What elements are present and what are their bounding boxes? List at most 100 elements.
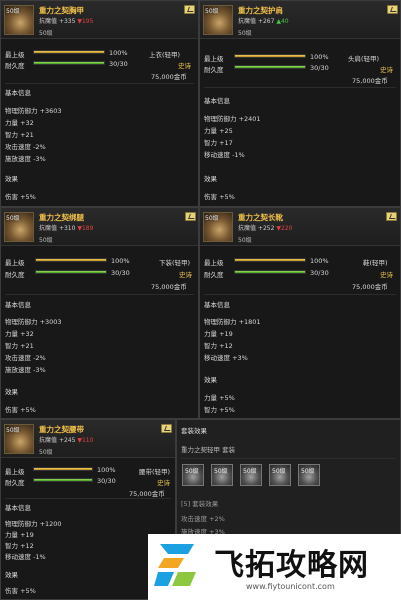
- effect-line: 力量 +5%: [204, 394, 235, 402]
- max-level-pct: 100%: [109, 49, 128, 57]
- item-level: 50级: [39, 30, 53, 37]
- item-tooltip-legs: 50级 重力之契绑腿 抗魔值 +310 ▼189 50级 最上级 100% 下装…: [0, 207, 199, 419]
- durability-bar: [234, 65, 306, 69]
- rarity: 史诗: [178, 62, 191, 70]
- item-name: 重力之契长靴: [238, 213, 283, 222]
- attr-line: 移动速度 -1%: [5, 553, 46, 561]
- item-tooltip-boots: 50级 重力之契长靴 抗魔值 +252 ▼220 50级 最上级 100% 鞋(…: [199, 207, 401, 419]
- item-level: 50级: [39, 449, 53, 456]
- tooltip-header: 50级 重力之契护肩 抗魔值 +267 ▲40 50级: [200, 1, 400, 39]
- durability-value: 30/30: [111, 269, 130, 277]
- effect-line: 伤害 +5%: [5, 406, 36, 414]
- set-item-shoulder-icon[interactable]: 50级: [211, 464, 233, 486]
- shoulder-armor-icon: 50级: [203, 5, 233, 35]
- rarity: 史诗: [380, 271, 393, 279]
- attr-line: 施放速度 -3%: [5, 366, 46, 374]
- durability-label: 耐久度: [5, 479, 25, 487]
- max-level-label: 最上级: [204, 55, 224, 63]
- boots-icon: 50级: [203, 212, 233, 242]
- max-level-pct: 100%: [111, 257, 130, 265]
- attr-line: 力量 +19: [5, 531, 34, 539]
- rarity: 史诗: [380, 66, 393, 74]
- basic-info-title: 基本信息: [204, 301, 230, 309]
- price: 75,000金币: [352, 283, 388, 291]
- effect-title: 效果: [5, 175, 18, 183]
- attr-line: 移动速度 +3%: [204, 354, 248, 362]
- rarity: 史诗: [157, 479, 170, 487]
- durability-value: 30/30: [97, 477, 116, 485]
- attr-line: 攻击速度 -2%: [5, 354, 46, 362]
- attr-line: 智力 +21: [5, 131, 34, 139]
- set-item-legs-icon[interactable]: 50级: [240, 464, 262, 486]
- set-item-belt-icon[interactable]: 50级: [269, 464, 291, 486]
- max-level-label: 最上级: [5, 259, 25, 267]
- max-level-pct: 100%: [97, 466, 116, 474]
- item-stat: 抗魔值 +310 ▼189: [39, 225, 94, 232]
- compare-icon[interactable]: [161, 424, 172, 433]
- max-level-pct: 100%: [310, 257, 329, 265]
- durability-label: 耐久度: [5, 271, 25, 279]
- item-level: 50级: [238, 237, 252, 244]
- basic-info-title: 基本信息: [5, 89, 31, 97]
- attr-line: 力量 +19: [204, 330, 233, 338]
- attr-line: 智力 +21: [5, 342, 34, 350]
- max-level-bar: [35, 258, 107, 262]
- price: 75,000金币: [352, 77, 388, 85]
- durability-bar: [33, 61, 105, 65]
- tooltip-header: 50级 重力之契胸甲 抗魔值 +335 ▼195 50级: [1, 1, 198, 39]
- effect-line: 伤害 +5%: [5, 193, 36, 201]
- max-level-bar: [234, 54, 306, 58]
- compare-icon[interactable]: [387, 5, 398, 14]
- attr-line: 物理防御力 +2401: [204, 115, 261, 123]
- effect-title: 效果: [5, 388, 18, 396]
- item-name: 重力之契护肩: [238, 6, 283, 15]
- effect-title: 效果: [204, 175, 217, 183]
- price: 75,000金币: [151, 283, 187, 291]
- basic-info-title: 基本信息: [5, 504, 31, 512]
- item-stat: 抗魔值 +252 ▼220: [238, 225, 293, 232]
- compare-icon[interactable]: [386, 212, 397, 221]
- effect-line: 智力 +5%: [204, 406, 235, 414]
- effect-line: 伤害 +5%: [5, 587, 36, 595]
- item-slot: 下装(轻甲): [159, 259, 191, 267]
- attr-line: 力量 +25: [204, 127, 233, 135]
- item-slot: 腰带(轻甲): [139, 468, 171, 476]
- compare-icon[interactable]: [184, 5, 195, 14]
- effect-line: 伤害 +5%: [204, 193, 235, 201]
- max-level-bar: [234, 258, 306, 262]
- item-stat: 抗魔值 +245 ▼110: [39, 437, 94, 444]
- max-level-bar: [33, 467, 93, 471]
- item-stat: 抗魔值 +267 ▲40: [238, 18, 289, 25]
- durability-label: 耐久度: [204, 66, 224, 74]
- tooltip-header: 50级 重力之契绑腿 抗魔值 +310 ▼189 50级: [1, 208, 198, 246]
- item-tooltip-shoulder: 50级 重力之契护肩 抗魔值 +267 ▲40 50级 最上级 100% 头肩(…: [199, 0, 401, 207]
- basic-info-title: 基本信息: [204, 97, 230, 105]
- durability-bar: [35, 270, 107, 274]
- item-stat: 抗魔值 +335 ▼195: [39, 18, 94, 25]
- watermark-title: 飞拓攻略网: [214, 548, 369, 583]
- item-tooltip-chest: 50级 重力之契胸甲 抗魔值 +335 ▼195 50级 最上级 100% 上衣…: [0, 0, 199, 207]
- attr-line: 物理防御力 +3603: [5, 107, 62, 115]
- set-item-chest-icon[interactable]: 50级: [182, 464, 204, 486]
- belt-icon: 50级: [4, 424, 34, 454]
- tooltip-header: 50级 重力之契长靴 抗魔值 +252 ▼220 50级: [200, 208, 400, 246]
- item-slot: 鞋(轻甲): [363, 259, 388, 267]
- item-level: 50级: [238, 30, 252, 37]
- max-level-pct: 100%: [310, 53, 329, 61]
- set-item-boots-icon[interactable]: 50级: [298, 464, 320, 486]
- leg-armor-icon: 50级: [4, 212, 34, 242]
- attr-line: 力量 +32: [5, 119, 34, 127]
- price: 75,000金币: [151, 73, 187, 81]
- attr-line: 智力 +17: [204, 139, 233, 147]
- item-slot: 头肩(轻甲): [348, 55, 380, 63]
- durability-value: 30/30: [109, 60, 128, 68]
- attr-line: 智力 +12: [5, 542, 34, 550]
- item-name: 重力之契绑腿: [39, 213, 84, 222]
- durability-bar: [234, 270, 306, 274]
- compare-icon[interactable]: [185, 212, 196, 221]
- tooltip-header: 50级 重力之契腰带 抗魔值 +245 ▼110 50级: [1, 420, 175, 458]
- max-level-label: 最上级: [5, 468, 25, 476]
- max-level-label: 最上级: [204, 259, 224, 267]
- price: 75,000金币: [129, 490, 165, 498]
- attr-line: 物理防御力 +1200: [5, 520, 62, 528]
